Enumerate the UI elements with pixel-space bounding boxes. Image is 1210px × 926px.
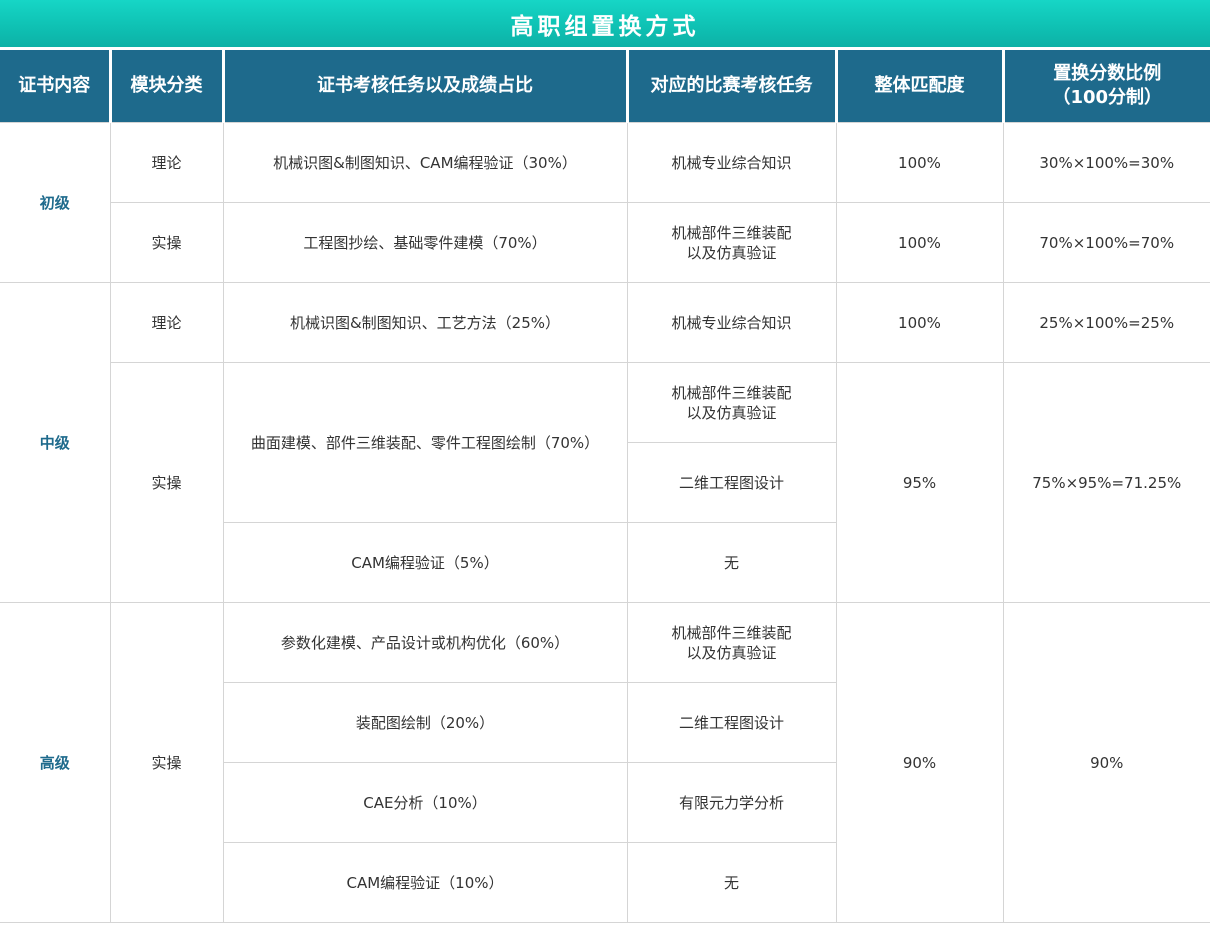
match-cell: 100%: [835, 202, 1004, 283]
match-cell: 90%: [835, 602, 1004, 923]
competition-cell: 二维工程图设计: [626, 682, 837, 763]
level-middle: 中级: [0, 282, 111, 603]
task-cell: 装配图绘制（20%）: [222, 682, 628, 763]
module-cell: 实操: [109, 202, 224, 283]
module-cell: 理论: [109, 282, 224, 363]
competition-cell: 有限元力学分析: [626, 762, 837, 843]
task-cell: 工程图抄绘、基础零件建模（70%）: [222, 202, 628, 283]
table-row: 初级 理论 机械识图&制图知识、CAM编程验证（30%） 机械专业综合知识 10…: [0, 122, 1210, 283]
header-module-category: 模块分类: [108, 47, 223, 123]
module-cell: 实操: [109, 602, 224, 923]
match-cell: 100%: [835, 282, 1004, 363]
task-cell: CAE分析（10%）: [222, 762, 628, 843]
level-junior: 初级: [0, 122, 111, 283]
competition-line1: 机械部件三维装配: [671, 223, 792, 242]
task-cell: 机械识图&制图知识、工艺方法（25%）: [222, 282, 628, 363]
task-cell: 参数化建模、产品设计或机构优化（60%）: [222, 602, 628, 683]
title-banner: 高职组置换方式: [0, 0, 1210, 47]
level-senior: 高级: [0, 602, 111, 923]
header-replacement-ratio: 置换分数比例 （100分制）: [1001, 47, 1210, 123]
module-cell: 实操: [109, 362, 224, 603]
task-cell: 曲面建模、部件三维装配、零件工程图绘制（70%）: [222, 362, 628, 523]
competition-cell: 机械部件三维装配 以及仿真验证: [626, 202, 837, 283]
competition-line1: 机械部件三维装配: [671, 623, 792, 642]
ratio-cell: 70%×100%=70%: [1002, 202, 1210, 283]
task-cell: CAM编程验证（10%）: [222, 842, 628, 923]
header-replacement-ratio-line2: （100分制）: [1052, 87, 1163, 108]
competition-line2: 以及仿真验证: [686, 243, 777, 262]
replacement-table-container: 证书内容 模块分类 证书考核任务以及成绩占比 对应的比赛考核任务 整体匹配度 置…: [0, 47, 1210, 923]
table-row: 实操 工程图抄绘、基础零件建模（70%） 机械部件三维装配 以及仿真验证 100…: [0, 202, 1210, 283]
task-cell: 机械识图&制图知识、CAM编程验证（30%）: [222, 122, 628, 203]
ratio-cell: 30%×100%=30%: [1002, 122, 1210, 203]
competition-cell: 机械专业综合知识: [626, 282, 837, 363]
header-competition-task: 对应的比赛考核任务: [625, 47, 836, 123]
module-cell: 理论: [109, 122, 224, 203]
competition-line2: 以及仿真验证: [686, 643, 777, 662]
ratio-cell: 90%: [1002, 602, 1210, 923]
match-cell: 95%: [835, 362, 1004, 603]
header-replacement-ratio-line1: 置换分数比例: [1053, 63, 1162, 84]
table-row: 实操 曲面建模、部件三维装配、零件工程图绘制（70%） 机械部件三维装配 以及仿…: [0, 362, 1210, 603]
header-certificate-content: 证书内容: [0, 47, 110, 123]
table-header-row: 证书内容 模块分类 证书考核任务以及成绩占比 对应的比赛考核任务 整体匹配度 置…: [0, 47, 1210, 123]
competition-cell: 机械专业综合知识: [626, 122, 837, 203]
competition-cell: 无: [626, 522, 837, 603]
ratio-cell: 75%×95%=71.25%: [1002, 362, 1210, 603]
match-cell: 100%: [835, 122, 1004, 203]
competition-cell: 无: [626, 842, 837, 923]
competition-line2: 以及仿真验证: [686, 403, 777, 422]
competition-cell: 机械部件三维装配 以及仿真验证: [626, 602, 837, 683]
task-cell: CAM编程验证（5%）: [222, 522, 628, 603]
page-title: 高职组置换方式: [510, 13, 700, 40]
header-certificate-task: 证书考核任务以及成绩占比: [221, 47, 627, 123]
replacement-table: 证书内容 模块分类 证书考核任务以及成绩占比 对应的比赛考核任务 整体匹配度 置…: [0, 47, 1210, 923]
competition-cell: 机械部件三维装配 以及仿真验证: [626, 362, 837, 443]
header-overall-match: 整体匹配度: [834, 47, 1003, 123]
table-row: 高级 实操 参数化建模、产品设计或机构优化（60%） 机械部件三维装配 以及仿真…: [0, 602, 1210, 923]
table-row: 中级 理论 机械识图&制图知识、工艺方法（25%） 机械专业综合知识 100% …: [0, 282, 1210, 603]
ratio-cell: 25%×100%=25%: [1002, 282, 1210, 363]
competition-cell: 二维工程图设计: [626, 442, 837, 523]
competition-line1: 机械部件三维装配: [671, 383, 792, 402]
